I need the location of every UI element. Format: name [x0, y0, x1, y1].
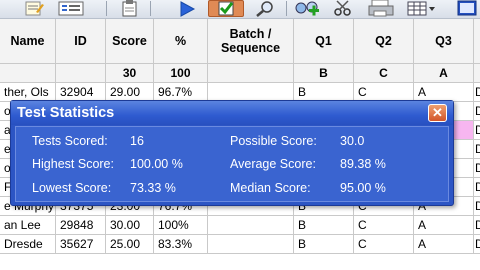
close-icon: ✕	[432, 105, 443, 120]
cell-batch[interactable]	[208, 235, 294, 254]
median-score-label: Median Score:	[230, 181, 311, 195]
average-score-value: 89.38 %	[340, 157, 386, 171]
cell-next-column[interactable]: D	[474, 216, 480, 235]
cell-q3[interactable]: A	[414, 235, 474, 254]
cell-next-column[interactable]: D	[474, 121, 480, 140]
play-icon[interactable]	[176, 0, 198, 17]
list-icon[interactable]	[56, 0, 86, 17]
key-cell-q2[interactable]: C	[354, 64, 414, 83]
key-cell-q1[interactable]: B	[294, 64, 354, 83]
cell-next-column[interactable]: D	[474, 197, 480, 216]
col-header-id[interactable]: ID	[56, 19, 106, 64]
average-score-label: Average Score:	[230, 157, 316, 171]
add-node-icon[interactable]	[292, 0, 322, 17]
cell-q2[interactable]: C	[354, 235, 414, 254]
col-header-percent[interactable]: %	[154, 19, 208, 64]
test-statistics-dialog: Test Statistics ✕ Tests Scored: 16 Possi…	[10, 100, 454, 206]
cell-next-column[interactable]: D	[474, 83, 480, 102]
cell-next-column[interactable]: D	[474, 159, 480, 178]
magnifier-icon[interactable]	[252, 0, 278, 17]
clipboard-icon[interactable]	[116, 0, 142, 17]
cell-q1[interactable]: B	[294, 235, 354, 254]
col-header-next	[474, 19, 480, 64]
lowest-score-value: 73.33 %	[130, 181, 176, 195]
cell-name[interactable]: Dresde	[0, 235, 56, 254]
cell-q1[interactable]: B	[294, 216, 354, 235]
table-grid-icon[interactable]	[404, 0, 438, 17]
tests-scored-value: 16	[130, 134, 144, 148]
key-cell-next	[474, 64, 480, 83]
key-cell-id[interactable]	[56, 64, 106, 83]
printer-icon[interactable]	[366, 0, 396, 17]
lowest-score-label: Lowest Score:	[32, 181, 112, 195]
cell-next-column[interactable]: D	[474, 140, 480, 159]
key-cell-name[interactable]	[0, 64, 56, 83]
cell-q3[interactable]: A	[414, 216, 474, 235]
highest-score-value: 100.00 %	[130, 157, 183, 171]
cell-batch[interactable]	[208, 216, 294, 235]
col-header-q1[interactable]: Q1	[294, 19, 354, 64]
dialog-titlebar[interactable]: Test Statistics ✕	[11, 101, 453, 125]
col-header-name[interactable]: Name	[0, 19, 56, 64]
highest-score-label: Highest Score:	[32, 157, 114, 171]
key-cell-score[interactable]: 30	[106, 64, 154, 83]
cell-next-column[interactable]: D	[474, 102, 480, 121]
cell-next-column[interactable]: D	[474, 178, 480, 197]
book-icon[interactable]	[448, 0, 480, 17]
close-button[interactable]: ✕	[428, 104, 447, 122]
cell-id[interactable]: 35627	[56, 235, 106, 254]
cell-q2[interactable]: C	[354, 216, 414, 235]
dialog-title: Test Statistics	[17, 105, 115, 121]
col-header-q3[interactable]: Q3	[414, 19, 474, 64]
notes-icon[interactable]	[22, 0, 46, 17]
toolbar	[0, 0, 480, 19]
possible-score-value: 30.0	[340, 134, 365, 148]
statistics-panel: Tests Scored: 16 Possible Score: 30.0 Hi…	[15, 126, 449, 202]
cell-id[interactable]: 29848	[56, 216, 106, 235]
key-cell-q3[interactable]: A	[414, 64, 474, 83]
col-header-batch[interactable]: Batch / Sequence	[208, 19, 294, 64]
cell-percent[interactable]: 83.3%	[154, 235, 208, 254]
cell-score[interactable]: 25.00	[106, 235, 154, 254]
cell-percent[interactable]: 100%	[154, 216, 208, 235]
median-score-value: 95.00 %	[340, 181, 386, 195]
cell-name[interactable]: an Lee	[0, 216, 56, 235]
check-icon[interactable]	[208, 0, 244, 17]
cell-score[interactable]: 30.00	[106, 216, 154, 235]
col-header-score[interactable]: Score	[106, 19, 154, 64]
key-cell-percent[interactable]: 100	[154, 64, 208, 83]
cell-next-column[interactable]: D	[474, 235, 480, 254]
possible-score-label: Possible Score:	[230, 134, 317, 148]
tests-scored-label: Tests Scored:	[32, 134, 108, 148]
key-cell-batch[interactable]	[208, 64, 294, 83]
scissors-icon[interactable]	[330, 0, 356, 17]
col-header-q2[interactable]: Q2	[354, 19, 414, 64]
